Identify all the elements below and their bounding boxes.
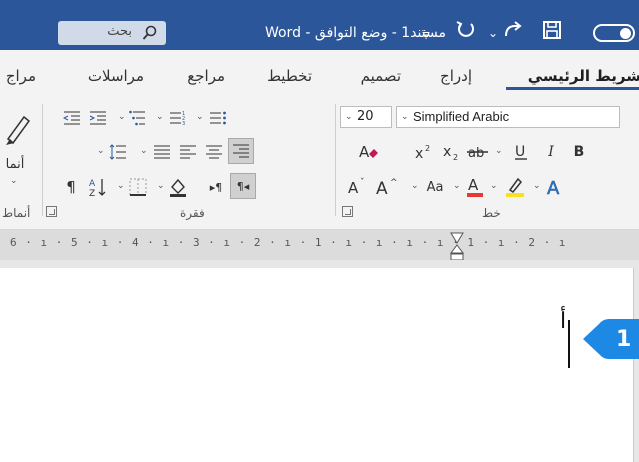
chevron-down-icon[interactable]: ⌄ (157, 181, 165, 191)
chevron-down-icon[interactable]: ⌄ (118, 112, 126, 122)
group-separator (335, 104, 336, 216)
paragraph-group-label: فقرة (180, 206, 205, 220)
sort-button[interactable]: AZ (86, 175, 110, 199)
rtl-direction-button[interactable]: ¶◂ (230, 173, 256, 199)
chevron-down-icon[interactable]: ⌄ (495, 146, 503, 156)
tab-home[interactable]: شريط الرئيسي (528, 67, 639, 85)
svg-text:A: A (89, 179, 96, 189)
svg-text:A: A (376, 179, 388, 197)
styles-button-label[interactable]: أنما (0, 152, 30, 176)
chevron-down-icon[interactable]: ⌄ (533, 181, 541, 191)
svg-text:3: 3 (182, 121, 185, 126)
window-title: مستند1 - وضع التوافق - Word (264, 25, 446, 41)
font-size-value: 20 (357, 109, 374, 124)
multilevel-list-button[interactable] (126, 106, 150, 130)
line-spacing-button[interactable] (106, 140, 130, 164)
active-tab-underline (506, 87, 639, 90)
numbering-button[interactable]: 123 (166, 106, 190, 130)
callout-number: 1 (616, 327, 632, 352)
typed-character: أ (560, 309, 567, 334)
chevron-down-icon[interactable]: ⌄ (453, 181, 461, 191)
tab-design[interactable]: تصميم (361, 67, 401, 85)
ruler-scale: 6 · ı · 5 · ı · 4 · ı · 3 · ı · 2 · ı · … (10, 236, 567, 249)
borders-button[interactable] (126, 175, 150, 199)
chevron-down-icon[interactable]: ⌄ (97, 146, 105, 156)
tab-references[interactable]: مراجع (187, 67, 225, 85)
font-name-combo[interactable]: ⌄ Simplified Arabic (396, 106, 620, 128)
tab-review[interactable]: مراج (6, 67, 36, 85)
strikethrough-button[interactable]: ab (466, 140, 490, 164)
tab-insert[interactable]: إدراج (440, 67, 472, 85)
increase-indent-button[interactable] (86, 106, 110, 130)
tab-layout[interactable]: تخطيط (267, 67, 312, 85)
ltr-direction-button[interactable]: ▸¶ (204, 175, 228, 199)
autosave-toggle[interactable] (593, 24, 635, 42)
svg-text:x: x (415, 146, 423, 161)
svg-text:^: ^ (390, 178, 398, 188)
svg-text:A: A (468, 176, 479, 194)
subscript-button[interactable]: x2 (440, 140, 462, 164)
font-dialog-launcher[interactable] (342, 206, 353, 217)
chevron-down-icon[interactable]: ⌄ (117, 181, 125, 191)
shading-button[interactable] (166, 175, 190, 199)
svg-text:x: x (443, 144, 451, 160)
text-cursor (568, 320, 570, 368)
redo-icon[interactable] (502, 20, 524, 46)
align-center-button[interactable] (202, 140, 226, 164)
tab-mailings[interactable]: مراسلات (88, 67, 144, 85)
align-left-button[interactable] (176, 140, 200, 164)
paragraph-dialog-launcher[interactable] (46, 206, 57, 217)
font-color-button[interactable]: A (464, 175, 486, 199)
chevron-down-icon: ⌄ (345, 112, 353, 122)
horizontal-ruler[interactable]: 6 · ı · 5 · ı · 4 · ı · 3 · ı · 2 · ı · … (0, 230, 639, 260)
save-icon[interactable] (542, 20, 562, 46)
text-effects-button[interactable]: A (542, 175, 568, 199)
font-group-label: خط (482, 206, 501, 220)
svg-text:ˇ: ˇ (360, 177, 365, 188)
decrease-indent-button[interactable] (60, 106, 84, 130)
chevron-down-icon[interactable]: ⌄ (156, 112, 164, 122)
justify-button[interactable] (150, 140, 174, 164)
search-label: بحث (107, 24, 132, 39)
search-icon (142, 25, 158, 45)
chevron-down-icon[interactable]: ⌄ (490, 181, 498, 191)
search-box[interactable]: بحث (58, 21, 166, 45)
show-marks-icon[interactable]: ¶ (60, 175, 82, 199)
clear-formatting-button[interactable]: A (355, 140, 381, 164)
chevron-down-icon[interactable]: ⌄ (196, 112, 204, 122)
svg-text:A: A (348, 179, 359, 197)
grow-font-button[interactable]: Aˇ (346, 175, 372, 199)
superscript-button[interactable]: x2 (412, 140, 434, 164)
document-page[interactable] (0, 268, 634, 462)
shrink-font-button[interactable]: A ^ (374, 175, 402, 199)
font-size-combo[interactable]: ⌄ 20 (340, 106, 392, 128)
svg-text:U: U (515, 144, 525, 160)
underline-button[interactable]: U (510, 140, 532, 164)
redo-dropdown-icon[interactable]: ⌄ (488, 20, 498, 46)
svg-text:2: 2 (425, 144, 430, 153)
undo-icon[interactable] (455, 20, 477, 46)
svg-text:ab: ab (468, 146, 484, 161)
italic-button[interactable]: I (540, 140, 562, 164)
styles-group-label: أنماط (2, 206, 31, 220)
styles-gallery-icon[interactable] (0, 108, 34, 154)
font-name-value: Simplified Arabic (413, 109, 510, 124)
chevron-down-icon[interactable]: ⌄ (10, 176, 18, 186)
svg-text:A: A (359, 143, 370, 161)
chevron-down-icon[interactable]: ⌄ (411, 181, 419, 191)
svg-text:A: A (547, 178, 560, 197)
toggle-knob (620, 28, 631, 39)
svg-text:2: 2 (453, 153, 458, 161)
align-right-button[interactable] (228, 138, 254, 164)
svg-text:Z: Z (89, 189, 95, 197)
chevron-down-icon[interactable]: ⌄ (140, 146, 148, 156)
bullets-button[interactable] (206, 106, 230, 130)
highlight-button[interactable] (502, 175, 528, 199)
change-case-button[interactable]: Aa (420, 175, 450, 199)
chevron-down-icon: ⌄ (401, 112, 409, 122)
group-separator (42, 104, 43, 216)
bold-button[interactable]: B (568, 140, 590, 164)
